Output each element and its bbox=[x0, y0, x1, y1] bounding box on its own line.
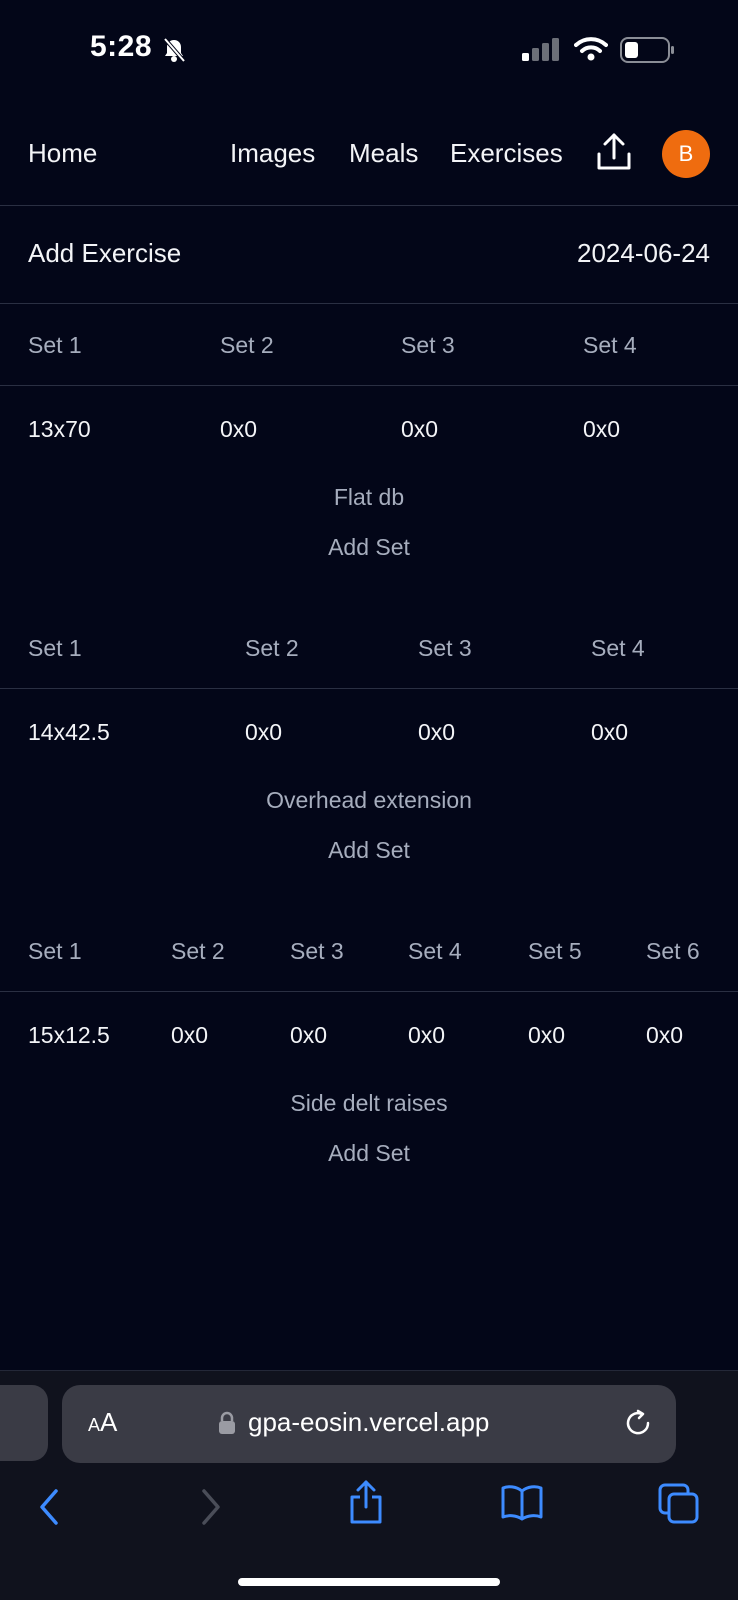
sets-values-row: 13x70 0x0 0x0 0x0 bbox=[0, 386, 738, 474]
exercise-name: Overhead extension bbox=[266, 787, 472, 813]
add-set-button[interactable]: Add Set bbox=[0, 837, 738, 877]
set-value[interactable]: 0x0 bbox=[646, 1022, 683, 1049]
set-label: Set 1 bbox=[28, 332, 82, 358]
set-value[interactable]: 0x0 bbox=[528, 1022, 565, 1049]
tabs-icon[interactable] bbox=[658, 1483, 700, 1530]
set-label: Set 1 bbox=[28, 938, 82, 964]
set-value[interactable]: 0x0 bbox=[245, 719, 282, 746]
sets-header-row: Set 1 Set 2 Set 3 Set 4 bbox=[0, 304, 738, 386]
home-indicator bbox=[238, 1578, 500, 1586]
set-label: Set 2 bbox=[220, 332, 274, 358]
add-exercise-button[interactable]: Add Exercise bbox=[28, 238, 181, 269]
bookmarks-icon[interactable] bbox=[500, 1483, 544, 1526]
top-navigation: Home Images Meals Exercises B bbox=[0, 120, 738, 206]
set-label: Set 4 bbox=[583, 332, 637, 358]
sets-values-row: 14x42.5 0x0 0x0 0x0 bbox=[0, 689, 738, 777]
previous-tab-preview[interactable] bbox=[0, 1385, 48, 1461]
forward-icon[interactable] bbox=[196, 1487, 224, 1532]
lock-icon bbox=[218, 1411, 236, 1440]
nav-images-link[interactable]: Images bbox=[230, 138, 315, 169]
nav-home-link[interactable]: Home bbox=[28, 138, 97, 169]
exercise-name: Side delt raises bbox=[290, 1090, 448, 1116]
set-value[interactable]: 0x0 bbox=[591, 719, 628, 746]
battery-icon bbox=[620, 36, 676, 69]
exercise-card: Set 1 Set 2 Set 3 Set 4 13x70 0x0 0x0 0x… bbox=[0, 304, 738, 574]
nav-exercises-link[interactable]: Exercises bbox=[450, 138, 563, 169]
aa-small: A bbox=[88, 1415, 101, 1435]
reader-settings-button[interactable]: AA bbox=[88, 1407, 117, 1438]
set-value[interactable]: 0x0 bbox=[418, 719, 455, 746]
sets-header-row: Set 1 Set 2 Set 3 Set 4 Set 5 Set 6 bbox=[0, 910, 738, 992]
set-label: Set 5 bbox=[528, 938, 582, 964]
browser-bottom-bar: AA gpa-eosin.vercel.app bbox=[0, 1370, 738, 1600]
set-label: Set 2 bbox=[245, 635, 299, 661]
sets-values-row: 15x12.5 0x0 0x0 0x0 0x0 0x0 bbox=[0, 992, 738, 1080]
set-value[interactable]: 13x70 bbox=[28, 416, 91, 443]
page: 5:28 Home Images Meals Exercises B Add E… bbox=[0, 0, 738, 1600]
aa-large: A bbox=[100, 1407, 118, 1437]
set-value[interactable]: 0x0 bbox=[408, 1022, 445, 1049]
set-label: Set 4 bbox=[591, 635, 645, 661]
set-label: Set 4 bbox=[408, 938, 462, 964]
exercise-card: Set 1 Set 2 Set 3 Set 4 Set 5 Set 6 15x1… bbox=[0, 910, 738, 1180]
upload-icon[interactable] bbox=[596, 132, 632, 177]
set-value[interactable]: 15x12.5 bbox=[28, 1022, 110, 1049]
set-label: Set 2 bbox=[171, 938, 225, 964]
set-value[interactable]: 14x42.5 bbox=[28, 719, 110, 746]
set-value[interactable]: 0x0 bbox=[401, 416, 438, 443]
sets-header-row: Set 1 Set 2 Set 3 Set 4 bbox=[0, 607, 738, 689]
avatar[interactable]: B bbox=[662, 130, 710, 178]
status-time: 5:28 bbox=[90, 30, 153, 63]
date-selector[interactable]: 2024-06-24 bbox=[577, 238, 710, 269]
nav-meals-link[interactable]: Meals bbox=[349, 138, 418, 169]
set-value[interactable]: 0x0 bbox=[290, 1022, 327, 1049]
set-value[interactable]: 0x0 bbox=[583, 416, 620, 443]
exercise-name: Flat db bbox=[333, 484, 405, 510]
share-icon[interactable] bbox=[348, 1479, 384, 1530]
url-text: gpa-eosin.vercel.app bbox=[248, 1407, 490, 1437]
address-bar[interactable]: AA gpa-eosin.vercel.app bbox=[62, 1385, 676, 1463]
set-label: Set 1 bbox=[28, 635, 82, 661]
exercise-header: Add Exercise 2024-06-24 bbox=[0, 206, 738, 304]
exercise-card: Set 1 Set 2 Set 3 Set 4 14x42.5 0x0 0x0 … bbox=[0, 607, 738, 877]
set-label: Set 6 bbox=[646, 938, 700, 964]
add-set-button[interactable]: Add Set bbox=[0, 534, 738, 574]
wifi-icon bbox=[574, 36, 608, 67]
bell-muted-icon bbox=[160, 36, 188, 69]
signal-icon bbox=[522, 38, 562, 67]
set-value[interactable]: 0x0 bbox=[171, 1022, 208, 1049]
add-set-button[interactable]: Add Set bbox=[0, 1140, 738, 1180]
set-label: Set 3 bbox=[418, 635, 472, 661]
back-icon[interactable] bbox=[36, 1487, 64, 1532]
reload-icon[interactable] bbox=[622, 1407, 654, 1444]
set-label: Set 3 bbox=[401, 332, 455, 358]
set-value[interactable]: 0x0 bbox=[220, 416, 257, 443]
status-bar: 5:28 bbox=[0, 0, 738, 100]
set-label: Set 3 bbox=[290, 938, 344, 964]
